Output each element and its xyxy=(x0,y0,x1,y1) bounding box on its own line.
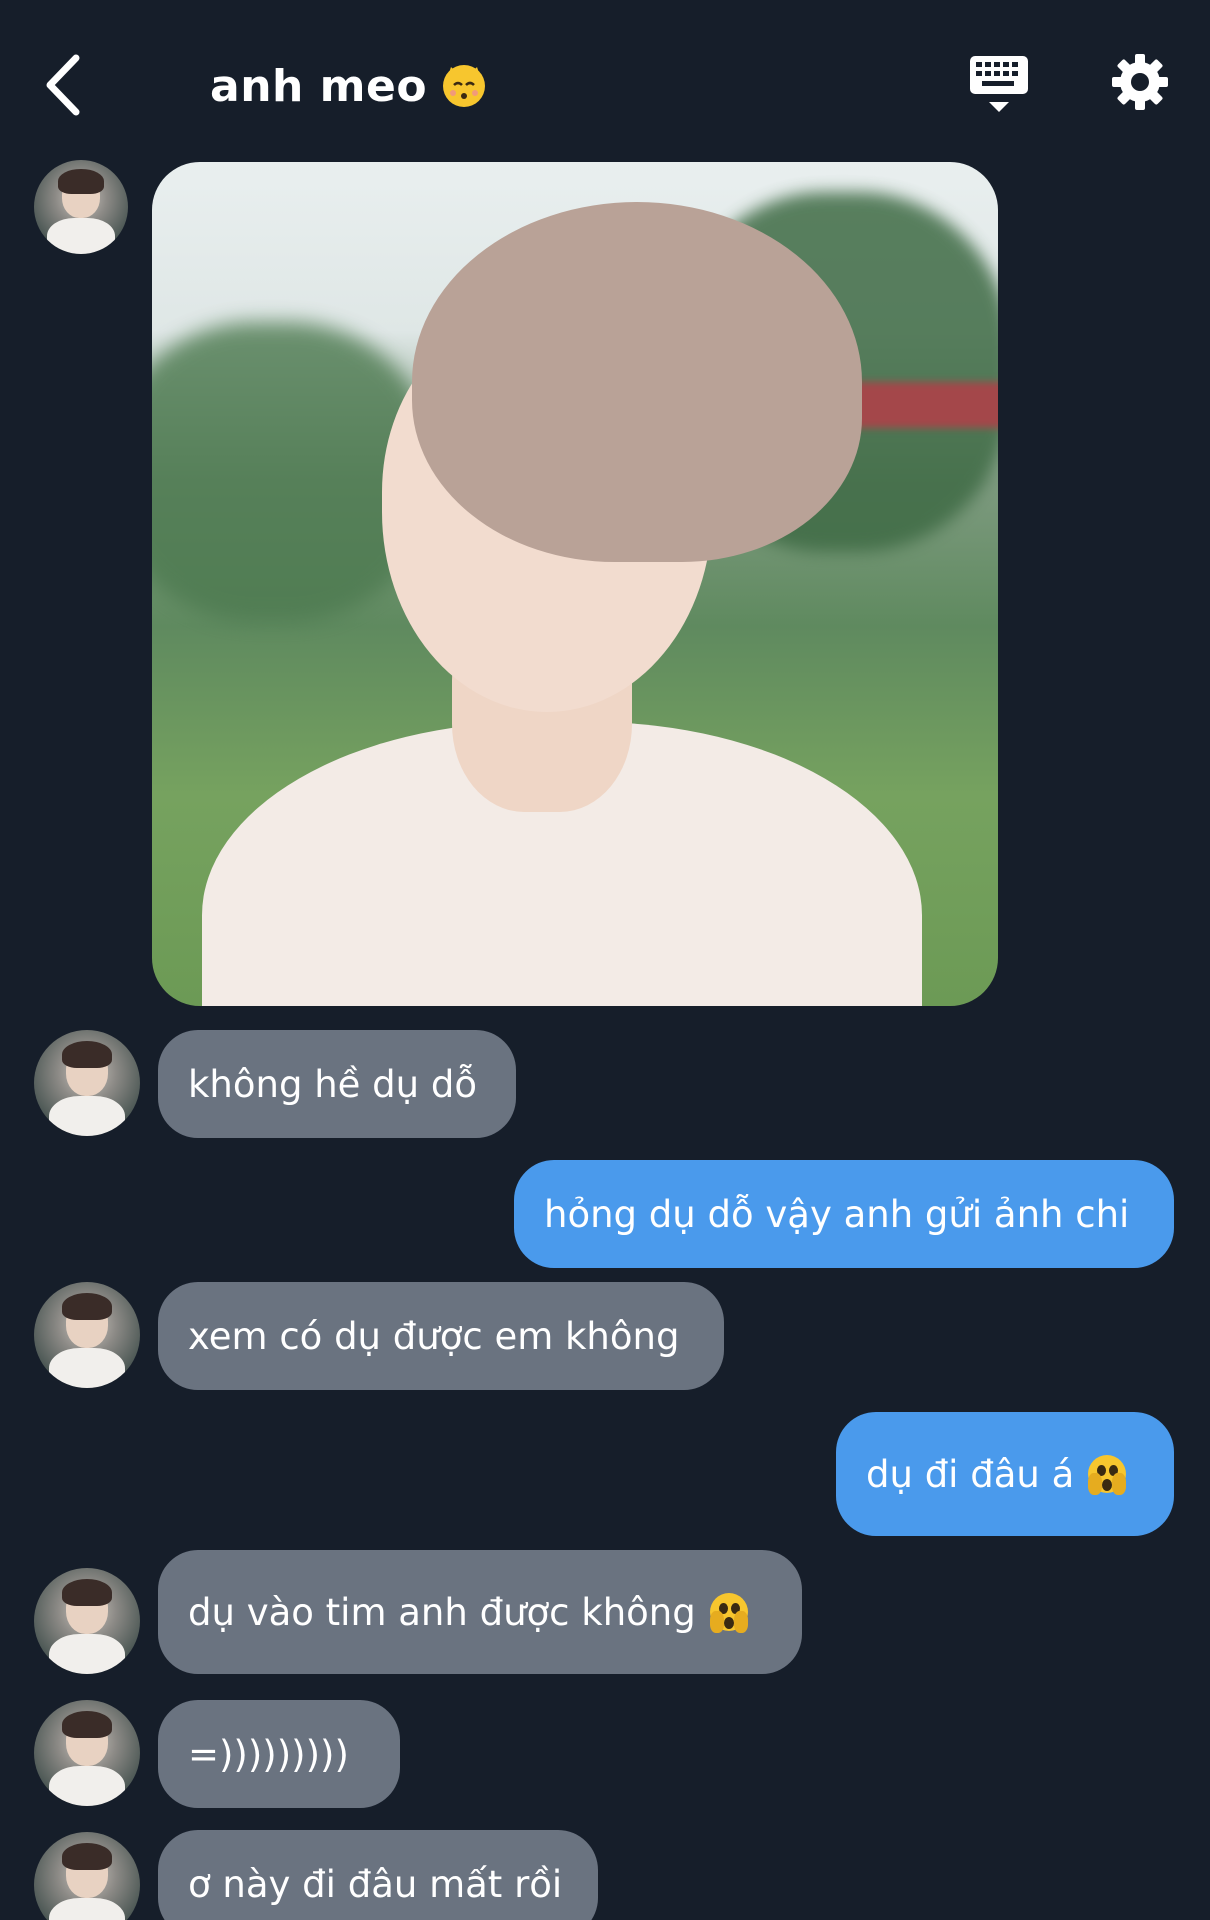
chevron-left-icon xyxy=(46,54,80,116)
message-text: dụ vào tim anh được không xyxy=(188,1590,696,1634)
shared-photo[interactable] xyxy=(152,162,998,1006)
incoming-message[interactable]: không hề dụ dỗ xyxy=(158,1030,516,1138)
hand-over-mouth-emoji-icon xyxy=(1088,1455,1127,1495)
avatar[interactable] xyxy=(34,1568,140,1674)
avatar[interactable] xyxy=(34,1700,140,1806)
keyboard-icon xyxy=(970,56,1028,112)
message-text: không hề dụ dỗ xyxy=(188,1062,478,1106)
avatar[interactable] xyxy=(34,1832,140,1920)
back-button[interactable] xyxy=(40,50,90,120)
message-text: xem có dụ được em không xyxy=(188,1314,680,1358)
chat-screen: anh meo không hề dụ dỗ hỏng dụ dỗ vậy an… xyxy=(0,0,1210,1920)
message-text: =))))))))) xyxy=(188,1732,349,1776)
incoming-message[interactable]: xem có dụ được em không xyxy=(158,1282,724,1390)
settings-button[interactable] xyxy=(1108,50,1172,114)
avatar[interactable] xyxy=(34,1282,140,1388)
incoming-message[interactable]: ơ này đi đâu mất rồi xyxy=(158,1830,598,1920)
message-text: dụ đi đâu á xyxy=(866,1452,1075,1496)
message-text: ơ này đi đâu mất rồi xyxy=(188,1862,563,1906)
incoming-message[interactable]: dụ vào tim anh được không xyxy=(158,1550,802,1674)
chat-title: anh meo xyxy=(210,60,428,112)
keyboard-button[interactable] xyxy=(968,52,1030,116)
hand-over-mouth-emoji-icon xyxy=(709,1593,748,1633)
chat-header: anh meo xyxy=(0,0,1210,160)
avatar[interactable] xyxy=(34,160,128,254)
outgoing-message[interactable]: dụ đi đâu á xyxy=(836,1412,1174,1536)
message-text: hỏng dụ dỗ vậy anh gửi ảnh chi xyxy=(544,1192,1130,1236)
incoming-message[interactable]: =))))))))) xyxy=(158,1700,400,1808)
outgoing-message[interactable]: hỏng dụ dỗ vậy anh gửi ảnh chi xyxy=(514,1160,1174,1268)
chat-title-area[interactable]: anh meo xyxy=(210,56,486,116)
gear-icon xyxy=(1112,54,1168,110)
avatar[interactable] xyxy=(34,1030,140,1136)
kissing-cat-emoji-icon xyxy=(443,65,486,107)
